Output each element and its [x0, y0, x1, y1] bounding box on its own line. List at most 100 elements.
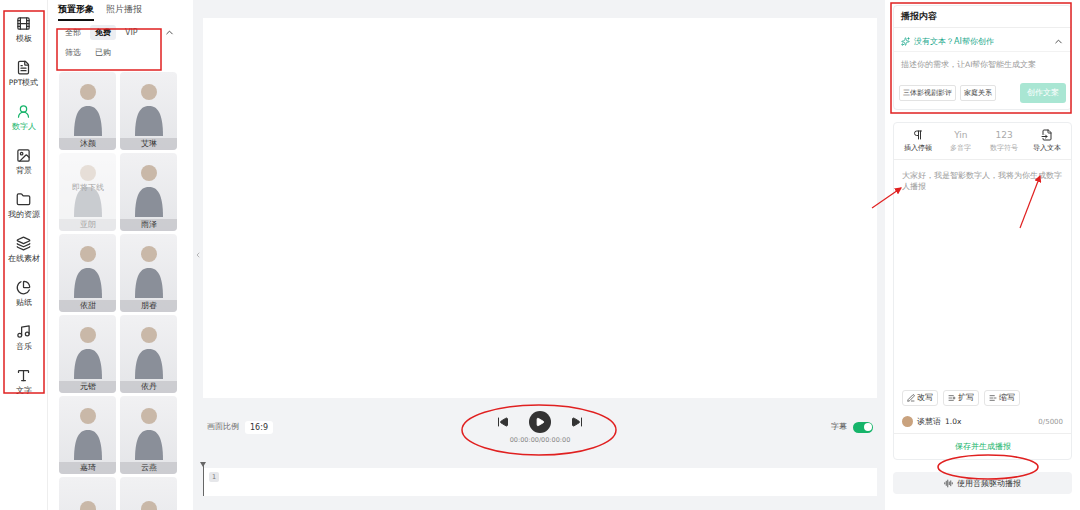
create-button[interactable]: 创作文案	[1020, 83, 1066, 103]
play-button[interactable]	[529, 411, 551, 433]
chevron-up-icon	[1053, 36, 1064, 47]
ai-toggle[interactable]: 没有文本？AI帮你创作	[894, 28, 1071, 51]
filter-chip[interactable]: 免费	[90, 25, 116, 40]
toolbar-tool[interactable]: 插入停顿	[896, 129, 939, 153]
toolbar-tool[interactable]: 123数字符号	[983, 129, 1026, 153]
action-icon	[989, 394, 997, 402]
avatar-grid: 沐颜艾琳即将下线亚朗雨泽依甜朋睿元锴依丹嘉琦云燕	[58, 72, 189, 510]
player-controls: 画面比例16:900:00:00/00:00:00字幕	[203, 398, 877, 456]
avatar-tabs: 预置形象照片播报	[58, 4, 189, 21]
subtitle-toggle[interactable]	[853, 422, 873, 433]
panel-handle[interactable]	[193, 0, 203, 510]
sidebar-item-icon	[16, 280, 31, 295]
skip-forward-icon[interactable]	[571, 416, 583, 428]
sidebar-item[interactable]: 文字	[1, 360, 47, 404]
action-button[interactable]: 缩写	[984, 390, 1020, 406]
tab[interactable]: 照片播报	[106, 4, 142, 21]
chevron-up-icon	[164, 27, 175, 38]
filter-chip[interactable]: 全部	[60, 25, 86, 40]
avatar-card[interactable]: 依丹	[120, 315, 177, 393]
avatar-name: 亚朗	[59, 219, 116, 231]
sidebar: 模板PPT模式数字人背景我的资源在线素材贴纸音乐文字	[0, 0, 48, 510]
avatar-name: 依甜	[59, 300, 116, 312]
avatar-card[interactable]: 即将下线亚朗	[59, 153, 116, 231]
action-icon	[948, 394, 956, 402]
canvas[interactable]	[203, 18, 877, 398]
avatar-card[interactable]: 雨泽	[120, 153, 177, 231]
tool-glyph: Yin	[954, 129, 967, 141]
sidebar-item[interactable]: 贴纸	[1, 272, 47, 316]
avatar-card[interactable]: 云燕	[120, 396, 177, 474]
avatar-name: 依丹	[120, 381, 177, 393]
subtitle-control: 字幕	[583, 422, 873, 433]
char-count: 0/5000	[1038, 418, 1063, 426]
voice-row[interactable]: 谈慧语1.0x0/5000	[894, 412, 1071, 434]
annotation-box	[891, 3, 1071, 113]
avatar-name: 雨泽	[120, 219, 177, 231]
ai-input[interactable]: 描述你的需求，让AI帮你智能生成文案	[894, 51, 1071, 83]
annotation-arrow	[1020, 176, 1040, 228]
filter-chip[interactable]: VIP	[120, 26, 143, 39]
sidebar-item[interactable]: 在线素材	[1, 228, 47, 272]
action-button[interactable]: 扩写	[943, 390, 979, 406]
audio-drive-button[interactable]: 使用音频驱动播报	[893, 472, 1072, 494]
sidebar-item[interactable]: 我的资源	[1, 184, 47, 228]
avatar-panel: 预置形象照片播报全部免费VIP筛选已购沐颜艾琳即将下线亚朗雨泽依甜朋睿元锴依丹嘉…	[48, 0, 193, 510]
suggestion-chip[interactable]: 家庭关系	[960, 85, 996, 101]
timeline-clip[interactable]: 1	[209, 472, 219, 482]
avatar-card[interactable]: 嘉琦	[59, 396, 116, 474]
avatar-card[interactable]: 沐颜	[59, 72, 116, 150]
timeline[interactable]: 1	[203, 468, 877, 496]
suggestion-row: 三体影视剧影评家庭关系 创作文案	[894, 83, 1071, 109]
avatar-figure-icon	[68, 493, 108, 510]
suggestion-chip[interactable]: 三体影视剧影评	[899, 85, 956, 101]
annotation-box	[4, 11, 44, 393]
avatar-card[interactable]: 依甜	[59, 234, 116, 312]
avatar-card[interactable]	[59, 477, 116, 510]
sidebar-item-icon	[16, 192, 31, 207]
aspect-select[interactable]: 16:9	[245, 421, 273, 434]
filter-chip[interactable]: 筛选	[60, 45, 86, 60]
annotation-arrow	[872, 188, 901, 208]
sidebar-item[interactable]: 数字人	[1, 96, 47, 140]
script-textarea[interactable]: 大家好，我是智影数字人，我将为你生成数字人播报	[894, 160, 1071, 390]
sidebar-item-icon	[16, 368, 31, 383]
avatar-card[interactable]: 元锴	[59, 315, 116, 393]
avatar-card[interactable]: 朋睿	[120, 234, 177, 312]
annotation-overlay	[0, 0, 1080, 510]
filter-row: 全部免费 VIP	[60, 25, 189, 40]
rewrite-actions: 改写扩写缩写	[894, 390, 1071, 412]
sidebar-item-icon	[16, 16, 31, 31]
play-icon	[535, 417, 545, 427]
sidebar-item-icon	[16, 60, 31, 75]
playhead[interactable]	[203, 462, 204, 496]
toolbar-tool[interactable]: 导入文本	[1026, 129, 1069, 153]
avatar-name: 沐颜	[59, 138, 116, 150]
action-button[interactable]: 改写	[902, 390, 938, 406]
tool-glyph: 123	[996, 129, 1013, 141]
save-button[interactable]: 保存并生成播报	[894, 434, 1071, 459]
avatar-name: 元锴	[59, 381, 116, 393]
sidebar-item[interactable]: 音乐	[1, 316, 47, 360]
sidebar-item[interactable]: 背景	[1, 140, 47, 184]
tab[interactable]: 预置形象	[58, 4, 94, 21]
collapse-button[interactable]	[164, 27, 175, 38]
preview-area: 画面比例16:900:00:00/00:00:00字幕 1	[203, 0, 885, 510]
script-panel: 播报内容没有文本？AI帮你创作描述你的需求，让AI帮你智能生成文案三体影视剧影评…	[885, 0, 1080, 510]
sidebar-item-icon	[16, 104, 31, 119]
avatar-figure-icon	[129, 400, 169, 460]
avatar-card[interactable]: 艾琳	[120, 72, 177, 150]
toolbar-tool[interactable]: Yin多音字	[939, 129, 982, 153]
annotation-ellipse	[938, 455, 1038, 479]
avatar-card[interactable]	[120, 477, 177, 510]
sparkle-icon	[901, 37, 910, 46]
sidebar-item[interactable]: PPT模式	[1, 52, 47, 96]
avatar-figure-icon	[129, 319, 169, 379]
sidebar-item[interactable]: 模板	[1, 8, 47, 52]
filter-chip[interactable]: 已购	[90, 45, 116, 60]
annotation-ellipse	[462, 405, 616, 455]
avatar-badge: 即将下线	[59, 183, 116, 193]
avatar-name: 嘉琦	[59, 462, 116, 474]
audio-icon	[944, 479, 953, 488]
skip-back-icon[interactable]	[497, 416, 509, 428]
